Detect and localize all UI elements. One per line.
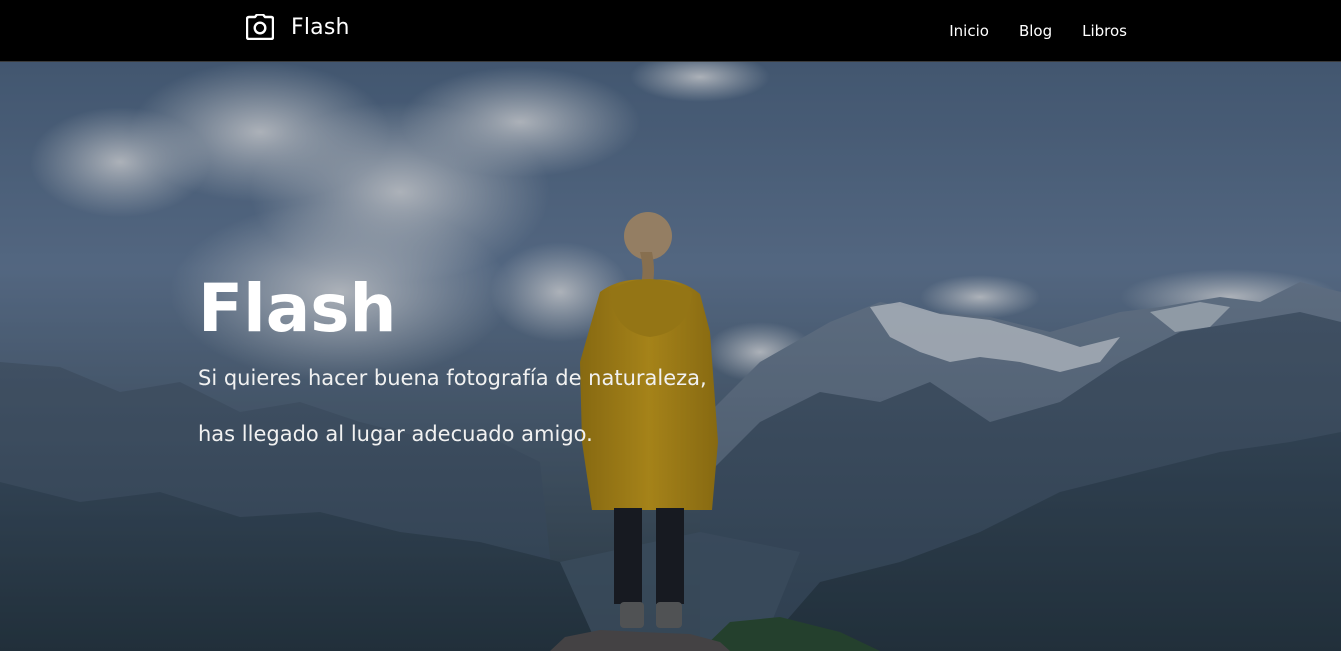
hero-title: Flash: [198, 270, 397, 347]
hero-subtitle-line-2: has llegado al lugar adecuado amigo.: [198, 422, 593, 446]
nav-link-inicio[interactable]: Inicio: [949, 22, 989, 40]
nav-menu: Inicio Blog Libros: [919, 22, 1127, 40]
hero-dark-overlay: [0, 62, 1341, 651]
brand-link[interactable]: Flash: [246, 14, 350, 40]
camera-icon: [246, 14, 274, 40]
brand-name: Flash: [291, 14, 350, 40]
hero-subtitle-line-1: Si quieres hacer buena fotografía de nat…: [198, 366, 707, 390]
nav-link-blog[interactable]: Blog: [1019, 22, 1052, 40]
hero-section: Flash Si quieres hacer buena fotografía …: [0, 62, 1341, 651]
nav-link-libros[interactable]: Libros: [1082, 22, 1127, 40]
top-navbar: Flash Inicio Blog Libros: [0, 0, 1341, 62]
